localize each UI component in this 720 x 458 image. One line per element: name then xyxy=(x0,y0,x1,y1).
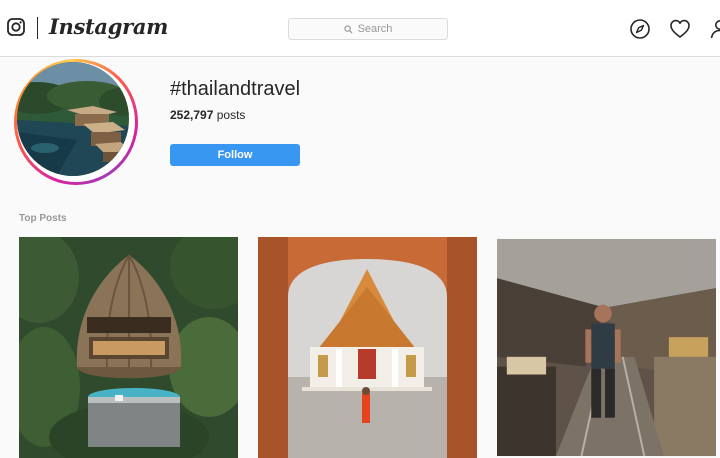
search-icon xyxy=(343,24,353,34)
top-navigation-bar: Instagram Search xyxy=(0,0,720,57)
hashtag-avatar-ring xyxy=(14,59,138,185)
search-input[interactable]: Search xyxy=(288,18,448,40)
profile-person-icon[interactable] xyxy=(709,18,720,40)
explore-compass-icon[interactable] xyxy=(629,18,651,40)
top-post-temple[interactable] xyxy=(258,237,477,458)
top-post-treehouse[interactable] xyxy=(19,237,238,458)
post-count-suffix: posts xyxy=(213,108,246,122)
top-post-railway-market[interactable] xyxy=(497,237,716,458)
post-count-value: 252,797 xyxy=(170,108,214,122)
instagram-glyph-icon[interactable] xyxy=(7,18,25,36)
logo-divider xyxy=(37,17,38,39)
search-placeholder: Search xyxy=(357,23,393,35)
activity-heart-icon[interactable] xyxy=(669,18,691,40)
post-count: 252,797 posts xyxy=(170,108,245,122)
top-posts-heading: Top Posts xyxy=(19,213,67,224)
hashtag-title: #thailandtravel xyxy=(170,78,301,100)
instagram-wordmark[interactable]: Instagram xyxy=(49,14,168,39)
hashtag-avatar[interactable] xyxy=(17,62,129,176)
follow-button[interactable]: Follow xyxy=(170,144,300,166)
